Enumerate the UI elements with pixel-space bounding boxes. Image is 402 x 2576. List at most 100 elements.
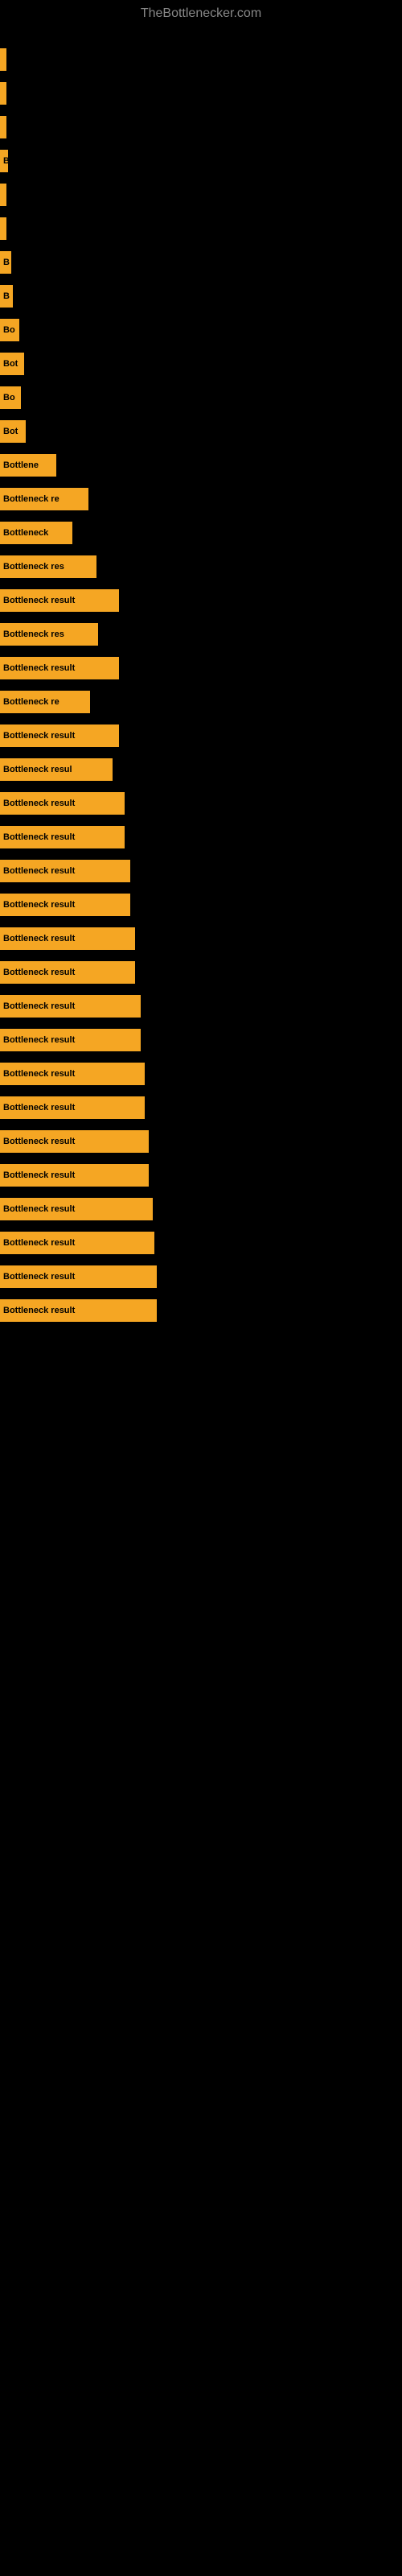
- bar-row: Bottleneck result: [0, 889, 402, 921]
- bar: Bottleneck: [0, 522, 72, 544]
- bar-row: Bottleneck result: [0, 584, 402, 617]
- bar: Bot: [0, 353, 24, 375]
- bar: Bottleneck result: [0, 961, 135, 984]
- bar-row: Bottleneck result: [0, 720, 402, 752]
- bar-label: Bottleneck re: [3, 697, 59, 707]
- bar: Bottleneck result: [0, 1063, 145, 1085]
- bar-row: Bottleneck result: [0, 787, 402, 819]
- bar-label: B: [3, 156, 8, 166]
- bar: Bottleneck result: [0, 1130, 149, 1153]
- bar-row: Bot: [0, 415, 402, 448]
- bar-row: Bottleneck res: [0, 618, 402, 650]
- bar-row: B: [0, 246, 402, 279]
- bar-row: Bottleneck result: [0, 1159, 402, 1191]
- bar-label: Bottleneck result: [3, 1137, 75, 1146]
- bar-label: Bottleneck res: [3, 630, 64, 639]
- bar: Bottlene: [0, 454, 56, 477]
- bar-row: Bottleneck resul: [0, 753, 402, 786]
- bar-row: B: [0, 145, 402, 177]
- bar-label: Bot: [3, 359, 18, 369]
- bar: B: [0, 251, 11, 274]
- bar: Bottleneck result: [0, 1299, 157, 1322]
- bar-row: Bottleneck result: [0, 1125, 402, 1158]
- bar-row: Bottleneck: [0, 517, 402, 549]
- bar-row: Bottleneck result: [0, 652, 402, 684]
- bar-label: Bottleneck result: [3, 1103, 75, 1113]
- bar-label: Bot: [3, 427, 18, 436]
- bar-row: Bo: [0, 314, 402, 346]
- bar: Bottleneck res: [0, 623, 98, 646]
- bar: Bottleneck result: [0, 927, 135, 950]
- bar: [0, 48, 6, 71]
- bar-row: Bottlene: [0, 449, 402, 481]
- bar: Bottleneck result: [0, 1164, 149, 1187]
- bar: Bottleneck res: [0, 555, 96, 578]
- bar: Bottleneck result: [0, 1096, 145, 1119]
- bar-label: Bottleneck result: [3, 1069, 75, 1079]
- bar-label: Bottleneck: [3, 528, 48, 538]
- bar-label: Bottleneck result: [3, 968, 75, 977]
- bar: Bottleneck result: [0, 657, 119, 679]
- bar-row: Bottleneck result: [0, 855, 402, 887]
- bar: [0, 82, 6, 105]
- bar: Bottleneck result: [0, 1232, 154, 1254]
- bar-row: Bottleneck re: [0, 686, 402, 718]
- bar-label: Bo: [3, 325, 15, 335]
- bar: Bottleneck result: [0, 589, 119, 612]
- bar-row: Bottleneck result: [0, 1024, 402, 1056]
- bar-label: Bottleneck result: [3, 596, 75, 605]
- bar: Bottleneck result: [0, 1198, 153, 1220]
- bar: [0, 217, 6, 240]
- bar-label: Bottleneck result: [3, 934, 75, 943]
- bar-label: Bottleneck result: [3, 1170, 75, 1180]
- bar: Bo: [0, 386, 21, 409]
- bar: Bottleneck result: [0, 792, 125, 815]
- bar-row: Bottleneck result: [0, 821, 402, 853]
- bar-row: Bottleneck result: [0, 923, 402, 955]
- bar: [0, 116, 6, 138]
- bar: Bottleneck result: [0, 724, 119, 747]
- bar-row: Bottleneck result: [0, 1261, 402, 1293]
- bar-row: Bottleneck result: [0, 1092, 402, 1124]
- bar-label: Bottlene: [3, 460, 39, 470]
- bar-label: Bottleneck resul: [3, 765, 72, 774]
- bar-label: Bottleneck res: [3, 562, 64, 572]
- bar-row: Bottleneck result: [0, 990, 402, 1022]
- bar-row: Bottleneck result: [0, 1058, 402, 1090]
- bar: Bottleneck result: [0, 995, 141, 1018]
- bar: Bottleneck result: [0, 826, 125, 848]
- bar: B: [0, 285, 13, 308]
- bar: B: [0, 150, 8, 172]
- bar-label: Bottleneck result: [3, 866, 75, 876]
- bar-row: [0, 43, 402, 76]
- bar: Bot: [0, 420, 26, 443]
- bar-label: Bottleneck result: [3, 799, 75, 808]
- bar: Bottleneck resul: [0, 758, 113, 781]
- bar-label: Bottleneck result: [3, 1035, 75, 1045]
- bar-label: Bottleneck result: [3, 832, 75, 842]
- bar-row: [0, 213, 402, 245]
- bars-container: B B B Bo Bot Bo Bot Bottlene Bottleneck re Bottle…: [0, 27, 402, 1328]
- bar-row: Bottleneck result: [0, 1193, 402, 1225]
- bar: [0, 184, 6, 206]
- bar-row: B: [0, 280, 402, 312]
- bar-label: B: [3, 291, 10, 301]
- bar: Bottleneck result: [0, 894, 130, 916]
- bar-row: Bottleneck res: [0, 551, 402, 583]
- bar-label: Bottleneck result: [3, 663, 75, 673]
- bar-row: Bottleneck result: [0, 1227, 402, 1259]
- bar: Bottleneck result: [0, 1265, 157, 1288]
- bar-row: Bo: [0, 382, 402, 414]
- bar-row: Bottleneck result: [0, 956, 402, 989]
- bar-row: [0, 77, 402, 109]
- bar-row: [0, 111, 402, 143]
- bar-row: Bottleneck re: [0, 483, 402, 515]
- bar: Bottleneck result: [0, 1029, 141, 1051]
- bar-label: Bottleneck result: [3, 1306, 75, 1315]
- bar-label: Bottleneck result: [3, 1204, 75, 1214]
- bar-label: Bottleneck result: [3, 731, 75, 741]
- bar-label: Bottleneck result: [3, 900, 75, 910]
- bar-row: [0, 179, 402, 211]
- bar-row: Bot: [0, 348, 402, 380]
- bar-label: Bottleneck result: [3, 1272, 75, 1282]
